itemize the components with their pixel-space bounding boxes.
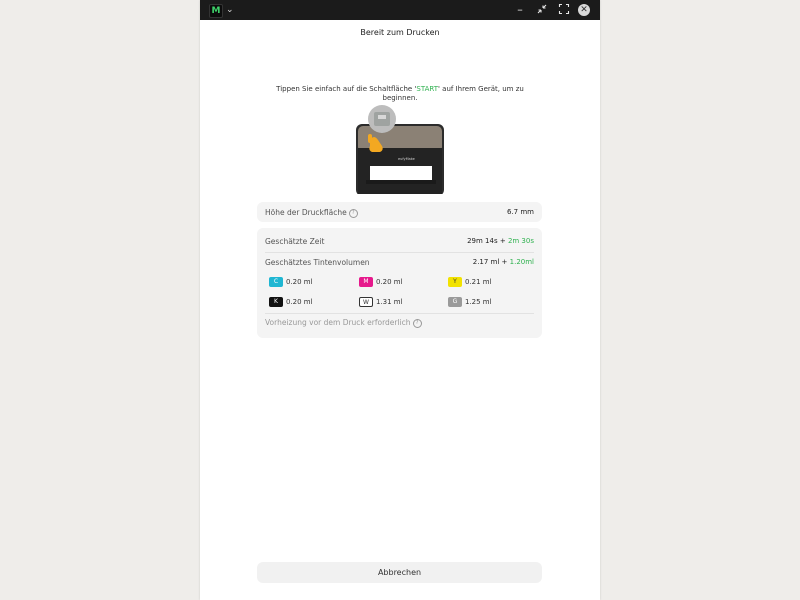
ink-value-magenta: 0.20 ml [376,278,403,286]
ink-chip-magenta: M [359,277,373,287]
ink-value-white: 1.31 ml [376,298,403,306]
print-surface-value: 6.7 mm [507,208,534,216]
time-separator: + [497,237,508,245]
minimize-icon[interactable]: – [513,3,527,17]
ink-chip-cyan: C [269,277,283,287]
estimates-panel: Geschätzte Zeit 29m 14s + 2m 30s Geschät… [257,228,542,338]
ink-item-yellow: Y 0.21 ml [448,277,492,287]
ink-chip-white: W [359,297,373,307]
start-keyword: START [416,85,438,93]
ink-extra: 1.20ml [509,258,534,266]
ink-chip-black: K [269,297,283,307]
ink-item-white: W 1.31 ml [359,297,403,307]
ink-value-cyan: 0.20 ml [286,278,313,286]
start-instruction: Tippen Sie einfach auf die Schaltfläche … [270,85,530,103]
preheat-note-text: Vorheizung vor dem Druck erforderlich [265,318,411,327]
close-icon[interactable]: ✕ [578,4,590,16]
ink-base: 2.17 ml [472,258,500,266]
ink-chip-gloss: G [448,297,462,307]
ink-separator: + [499,258,510,266]
help-icon[interactable]: ? [412,318,422,328]
print-surface-panel: Höhe der Druckfläche? 6.7 mm [257,202,542,222]
print-dialog-window: M ⌄ – ✕ Bereit zum Drucken Tippen Sie ei… [200,0,600,600]
print-surface-label-text: Höhe der Druckfläche [265,208,347,217]
time-extra: 2m 30s [507,237,534,245]
ink-item-gloss: G 1.25 ml [448,297,492,307]
preheat-note: Vorheizung vor dem Druck erforderlich? [265,318,422,328]
shrink-icon[interactable] [535,3,549,17]
dialog-title: Bereit zum Drucken [360,28,440,37]
divider [265,252,534,253]
ink-item-cyan: C 0.20 ml [269,277,313,287]
ink-item-magenta: M 0.20 ml [359,277,403,287]
instruction-prefix: Tippen Sie einfach auf die Schaltfläche … [276,85,417,93]
divider [265,313,534,314]
printer-illustration: eufyMake [350,104,450,196]
ink-volume-label: Geschätztes Tintenvolumen [265,258,370,267]
ink-value-gloss: 1.25 ml [465,298,492,306]
estimated-time-value: 29m 14s + 2m 30s [467,237,534,245]
print-surface-label: Höhe der Druckfläche? [265,208,358,218]
cancel-button[interactable]: Abbrechen [257,562,542,583]
estimated-time-label: Geschätzte Zeit [265,237,325,246]
device-brand-label: eufyMake [398,157,415,161]
title-bar: M ⌄ – ✕ [200,0,600,20]
help-icon[interactable]: ? [348,208,358,218]
time-base: 29m 14s [467,237,498,245]
ink-item-black: K 0.20 ml [269,297,313,307]
app-logo-icon[interactable]: M [209,4,223,18]
chevron-down-icon[interactable]: ⌄ [226,3,234,17]
ink-volume-value: 2.17 ml + 1.20ml [473,258,534,266]
ink-value-black: 0.20 ml [286,298,313,306]
ink-chip-yellow: Y [448,277,462,287]
fullscreen-icon[interactable] [557,3,571,17]
ink-value-yellow: 0.21 ml [465,278,492,286]
